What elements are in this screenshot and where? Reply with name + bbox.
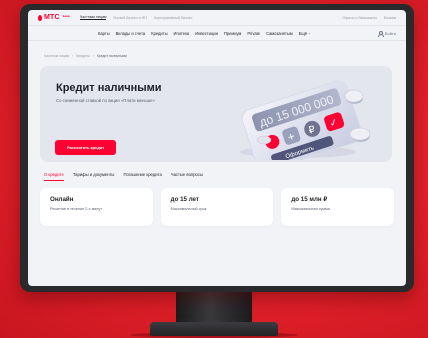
nav-investments[interactable]: Инвестиции [195, 31, 218, 36]
nav-mortgage[interactable]: Ипотека [174, 31, 190, 36]
nav-more[interactable]: Ещё [299, 31, 307, 36]
nav-self-employed[interactable]: Самозанятым [266, 31, 293, 36]
calculator-illustration: до 15 000 000 + ₽ ✓ Оформить [240, 80, 370, 160]
card-subtitle: Максимальный срок [170, 207, 207, 211]
mts-bank-logo[interactable]: МТС Банк [38, 14, 70, 21]
content-tabs: О кредите Тарифы и документы Погашение к… [44, 172, 394, 184]
browser-page: МТС Банк Частным лицам Малый бизнес и ИП… [28, 10, 406, 286]
hero-banner: Кредит наличными Со сниженной ставкой по… [40, 66, 392, 162]
segment-corporate[interactable]: Корпоративный бизнес [154, 16, 193, 20]
logo-sub: Банк [62, 14, 70, 18]
segment-small-business[interactable]: Малый бизнес и ИП [113, 16, 146, 20]
breadcrumb-home[interactable]: Частным лицам [44, 54, 69, 58]
nav-private[interactable]: Private [247, 31, 260, 36]
breadcrumb-separator: › [92, 54, 94, 58]
breadcrumb-separator: › [72, 54, 74, 58]
city-selector[interactable]: Москва [384, 16, 396, 20]
feature-card-term: до 15 лет Максимальный срок [160, 188, 274, 226]
nav-deposits[interactable]: Вклады и счета [116, 31, 146, 36]
mts-egg-icon [38, 14, 42, 21]
tab-tariffs[interactable]: Тарифы и документы [73, 172, 115, 180]
top-strip: МТС Банк Частным лицам Малый бизнес и ИП… [28, 10, 406, 25]
breadcrumb: Частным лицам › Кредиты › Кредит наличны… [44, 54, 127, 58]
tab-about[interactable]: О кредите [44, 172, 64, 181]
card-subtitle: Максимальная сумма [291, 207, 330, 211]
chevron-down-icon: ⌄ [308, 31, 311, 35]
segment-private[interactable]: Частным лицам [79, 15, 107, 20]
user-icon [378, 30, 385, 37]
feature-card-amount: до 15 млн ₽ Максимальная сумма [281, 188, 395, 226]
feature-card-online: Онлайн Решение в течение 2-х минут [40, 188, 153, 226]
nav-credits[interactable]: Кредиты [151, 31, 167, 36]
tab-repayment[interactable]: Погашение кредита [123, 172, 161, 180]
monitor-stand-base [150, 322, 278, 336]
card-title: до 15 млн ₽ [291, 196, 328, 203]
page-title: Кредит наличными [56, 82, 162, 94]
nav-cards[interactable]: Карты [98, 31, 110, 36]
top-right-links: Офисы и банкоматы Москва [342, 16, 396, 20]
nav-premium[interactable]: Премиум [224, 31, 241, 36]
card-title: Онлайн [50, 196, 74, 203]
login-button[interactable]: Войти [378, 30, 396, 37]
hero-subtitle: Со сниженной ставкой по акции «Плати мен… [56, 98, 155, 103]
tab-faq[interactable]: Частые вопросы [171, 172, 203, 180]
login-label: Войти [384, 30, 396, 36]
calculate-credit-button[interactable]: Рассчитать кредит [55, 140, 116, 155]
card-subtitle: Решение в течение 2-х минут [50, 207, 103, 211]
breadcrumb-credits[interactable]: Кредиты [76, 54, 90, 58]
logo-text: МТС [44, 14, 60, 21]
offices-link[interactable]: Офисы и банкоматы [342, 16, 376, 20]
breadcrumb-current: Кредит наличными [96, 54, 127, 58]
feature-cards: Онлайн Решение в течение 2-х минут до 15… [40, 188, 395, 226]
main-nav: Карты Вклады и счета Кредиты Ипотека Инв… [28, 25, 406, 41]
card-title: до 15 лет [170, 196, 199, 203]
